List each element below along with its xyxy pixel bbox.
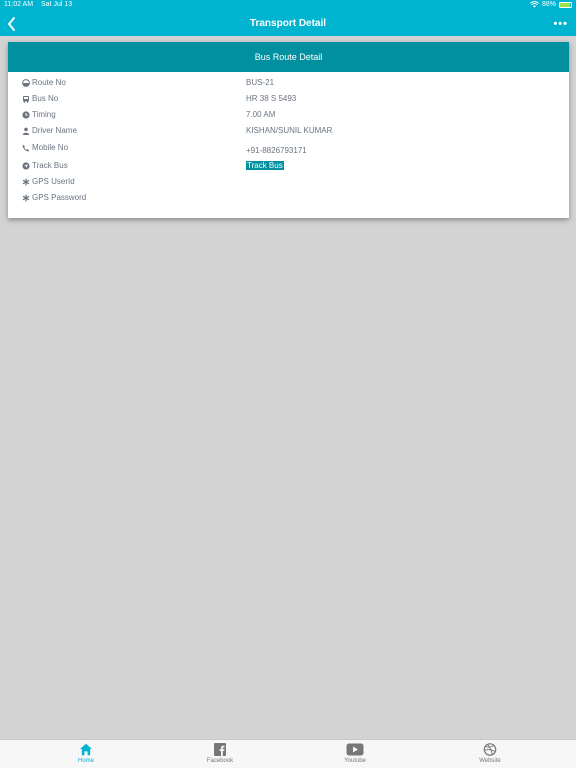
asterisk-icon — [22, 178, 30, 186]
status-bar: 11:02 AM Sat Jul 13 88% — [0, 0, 576, 12]
dribbble-icon — [483, 743, 497, 756]
page-title: Transport Detail — [249, 18, 327, 29]
bus-no-label: Bus No — [32, 94, 59, 103]
track-bus-button[interactable]: Track Bus — [246, 161, 284, 170]
timing-value: 7.00 AM — [246, 110, 276, 119]
nav-bar: Transport Detail ••• — [0, 12, 576, 36]
driver-name-value: KISHAN/SUNIL KUMAR — [246, 126, 333, 135]
gps-password-label: GPS Password — [32, 193, 87, 202]
tab-facebook-label: Facebook — [206, 758, 234, 764]
facebook-icon — [214, 743, 226, 756]
asterisk-icon — [22, 194, 30, 202]
status-date: Sat Jul 13 — [41, 1, 73, 8]
youtube-icon — [346, 743, 364, 756]
wifi-icon — [530, 1, 539, 8]
gps-userid-row: GPS UserId — [22, 177, 562, 191]
tab-facebook[interactable]: Facebook — [190, 743, 250, 764]
status-time: 11:02 AM — [4, 1, 34, 8]
location-icon — [22, 161, 30, 170]
tab-youtube[interactable]: Youtube — [325, 743, 385, 764]
bus-no-row: Bus No HR 38 S 5493 — [22, 94, 562, 108]
timing-row: Timing 7.00 AM — [22, 110, 562, 124]
tab-website[interactable]: Website — [460, 743, 520, 764]
card-title: Bus Route Detail — [8, 42, 569, 72]
bus-no-value: HR 38 S 5493 — [246, 94, 297, 103]
user-icon — [22, 127, 30, 135]
mobile-no-row: Mobile No +91-8826793171 — [22, 143, 562, 157]
tab-youtube-label: Youtube — [344, 758, 366, 764]
track-bus-row: Track Bus Track Bus — [22, 161, 562, 175]
tab-bar: Home Facebook Youtube Website — [0, 739, 576, 768]
more-options-button[interactable]: ••• — [553, 18, 568, 30]
track-bus-label: Track Bus — [32, 161, 68, 170]
mobile-no-value[interactable]: +91-8826793171 — [246, 146, 307, 155]
home-icon — [80, 743, 92, 756]
tab-home-label: Home — [77, 758, 94, 764]
battery-percent: 88% — [541, 1, 556, 8]
battery-icon — [559, 1, 572, 8]
clock-icon — [22, 110, 30, 119]
tab-home[interactable]: Home — [56, 743, 116, 764]
route-no-value: BUS-21 — [246, 78, 275, 87]
gps-password-row: GPS Password — [22, 193, 562, 207]
route-no-row: Route No BUS-21 — [22, 78, 562, 92]
route-icon — [22, 78, 30, 87]
mobile-no-label: Mobile No — [32, 143, 69, 152]
timing-label: Timing — [32, 110, 56, 119]
phone-icon — [22, 144, 30, 152]
driver-name-row: Driver Name KISHAN/SUNIL KUMAR — [22, 126, 562, 140]
tab-website-label: Website — [479, 758, 501, 764]
route-no-label: Route No — [32, 78, 66, 87]
bus-route-card: Bus Route Detail Route No BUS-21 Bus No … — [8, 42, 569, 218]
driver-name-label: Driver Name — [32, 126, 77, 135]
bus-icon — [22, 95, 30, 103]
gps-userid-label: GPS UserId — [32, 177, 75, 186]
